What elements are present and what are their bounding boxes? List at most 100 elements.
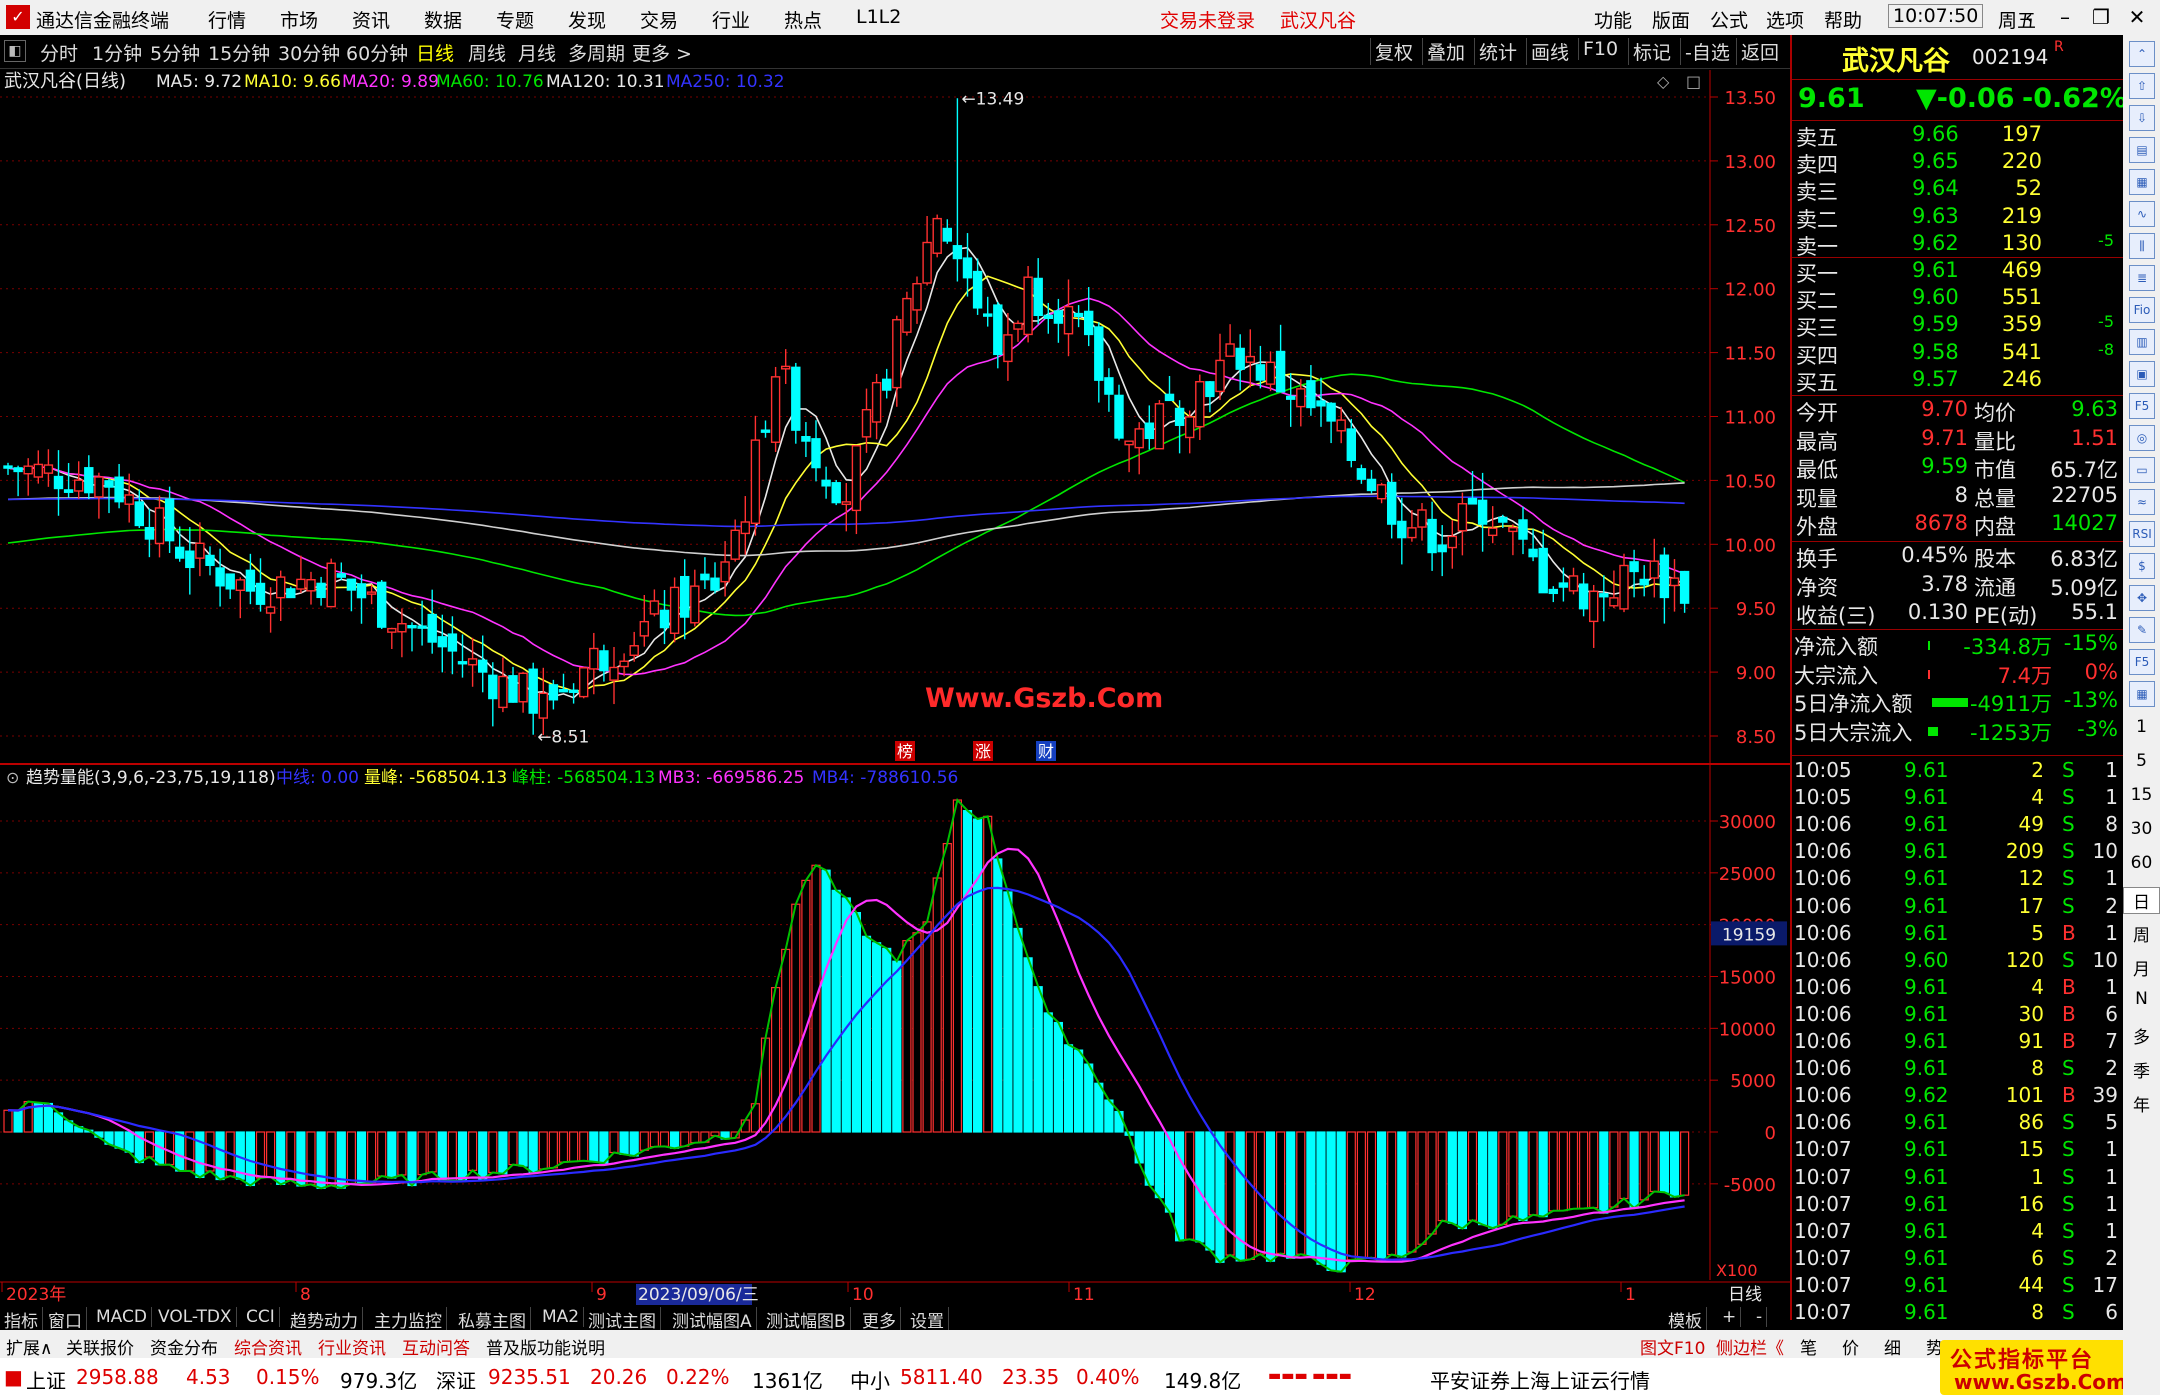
period-month[interactable]: 月: [2123, 955, 2160, 980]
sz-label[interactable]: 深证: [436, 1365, 476, 1394]
line-chart-icon[interactable]: ∿: [2129, 201, 2155, 227]
candle-body[interactable]: [1073, 312, 1084, 318]
candle-body[interactable]: [73, 479, 84, 492]
candle-body[interactable]: [902, 297, 912, 333]
candle-body[interactable]: [174, 546, 185, 559]
candle-body[interactable]: [1417, 509, 1427, 528]
tab-window[interactable]: 窗口: [48, 1307, 87, 1332]
candle-body[interactable]: [993, 304, 1003, 356]
bars-icon[interactable]: ▭: [2129, 457, 2155, 483]
tick-row[interactable]: 10:06 9.61 5 B 1: [1792, 921, 2125, 948]
candle-body[interactable]: [276, 576, 286, 599]
menu-item-news[interactable]: 资讯: [352, 6, 390, 33]
tick-row[interactable]: 10:07 9.61 15 S 1: [1792, 1137, 2125, 1164]
tab-test-sub-b[interactable]: 测试幅图B: [766, 1307, 851, 1332]
tick-row[interactable]: 10:07 9.61 4 S 1: [1792, 1219, 2125, 1246]
candle-body[interactable]: [1013, 322, 1023, 330]
candle-body[interactable]: [1184, 416, 1195, 439]
period-week[interactable]: 周: [2123, 921, 2160, 946]
candle-body[interactable]: [225, 573, 235, 590]
tab-test-main[interactable]: 测试主图: [588, 1307, 661, 1332]
candle-body[interactable]: [589, 647, 599, 670]
candle-body[interactable]: [781, 365, 791, 370]
candle-body[interactable]: [114, 476, 124, 503]
tick-row[interactable]: 10:06 9.61 49 S 8: [1792, 812, 2125, 839]
candle-body[interactable]: [1538, 547, 1548, 594]
tick-row[interactable]: 10:07 9.61 1 S 1: [1792, 1165, 2125, 1192]
candle-body[interactable]: [1083, 310, 1094, 336]
candle-body[interactable]: [1639, 578, 1649, 586]
candle-body[interactable]: [639, 620, 649, 637]
tab-main-monitor[interactable]: 主力监控: [374, 1307, 447, 1332]
period-30[interactable]: 30: [2123, 819, 2160, 839]
tab-more-indicators[interactable]: 更多: [862, 1307, 901, 1332]
candle-body[interactable]: [1548, 588, 1559, 595]
candle-body[interactable]: [53, 475, 64, 490]
candle-body[interactable]: [94, 476, 104, 498]
candle-body[interactable]: [1316, 400, 1326, 407]
candle-body[interactable]: [1609, 597, 1619, 607]
candle-body[interactable]: [821, 479, 831, 487]
candle-body[interactable]: [1306, 380, 1316, 409]
tab-qa[interactable]: 互动问答: [402, 1334, 470, 1359]
candle-body[interactable]: [255, 582, 266, 605]
candle-body[interactable]: [861, 409, 872, 438]
candle-body[interactable]: [922, 241, 932, 284]
candle-body[interactable]: [235, 579, 246, 592]
candle-body[interactable]: [1386, 481, 1397, 525]
candle-body[interactable]: [498, 675, 508, 709]
period-day[interactable]: 日: [2123, 887, 2160, 914]
rsi-icon[interactable]: RSI: [2129, 521, 2155, 547]
candle-body[interactable]: [84, 467, 94, 494]
candle-body[interactable]: [154, 507, 165, 545]
candle-body[interactable]: [407, 624, 417, 629]
candle-body[interactable]: [488, 674, 498, 700]
bid-row[interactable]: 买五 9.57 246: [1792, 367, 2125, 395]
candle-body[interactable]: [1205, 381, 1215, 398]
candle-body[interactable]: [1467, 497, 1478, 505]
candle-body[interactable]: [871, 381, 882, 423]
ask-row[interactable]: 卖五 9.66 197: [1792, 122, 2125, 150]
tick-row[interactable]: 10:06 9.62 101 B 39: [1792, 1083, 2125, 1110]
period-5[interactable]: 5: [2123, 751, 2160, 771]
doc-icon[interactable]: ▣: [2129, 361, 2155, 387]
candle-body[interactable]: [1003, 334, 1013, 363]
tab-price[interactable]: 价: [1842, 1334, 1859, 1359]
candle-body[interactable]: [558, 689, 569, 693]
candle-body[interactable]: [387, 627, 397, 633]
tick-row[interactable]: 10:07 9.61 44 S 17: [1792, 1273, 2125, 1300]
candle-body[interactable]: [1649, 560, 1660, 579]
candle-body[interactable]: [770, 376, 781, 443]
candle-body[interactable]: [680, 575, 690, 618]
menu-item-data[interactable]: 数据: [424, 6, 462, 33]
tick-row[interactable]: 10:06 9.61 4 B 1: [1792, 975, 2125, 1002]
period-1[interactable]: 1: [2123, 717, 2160, 737]
candle-body[interactable]: [316, 582, 326, 599]
bid-row[interactable]: 买二 9.60 551: [1792, 285, 2125, 313]
candle-body[interactable]: [942, 227, 952, 242]
candle-body[interactable]: [326, 562, 336, 608]
candle-body[interactable]: [1114, 394, 1124, 439]
candle-body[interactable]: [649, 600, 660, 615]
period-multi[interactable]: 多: [2123, 1023, 2160, 1048]
candle-body[interactable]: [538, 692, 548, 719]
tick-row[interactable]: 10:06 9.61 12 S 1: [1792, 866, 2125, 893]
candle-body[interactable]: [63, 489, 74, 493]
candle-body[interactable]: [1215, 359, 1225, 393]
candle-body[interactable]: [33, 463, 43, 478]
back-icon[interactable]: ‹: [2014, 4, 2044, 30]
candle-body[interactable]: [43, 464, 54, 474]
candle-body[interactable]: [1619, 564, 1629, 610]
sub-collapse-icon[interactable]: ⊙: [6, 768, 19, 787]
tick-row[interactable]: 10:06 9.60 120 S 10: [1792, 948, 2125, 975]
money-icon[interactable]: $: [2129, 553, 2155, 579]
pen-icon[interactable]: ✎: [2129, 617, 2155, 643]
down-icon[interactable]: ⇩: [2129, 105, 2155, 131]
candle-body[interactable]: [700, 573, 710, 581]
candle-body[interactable]: [1447, 535, 1458, 549]
f5-alt-icon[interactable]: F5: [2129, 649, 2155, 675]
tick-row[interactable]: 10:05 9.61 2 S 1: [1792, 758, 2125, 785]
candle-body[interactable]: [185, 550, 195, 569]
candle-body[interactable]: [1508, 526, 1518, 533]
broker-server[interactable]: 平安证券上海上证云行情: [1430, 1365, 1650, 1394]
